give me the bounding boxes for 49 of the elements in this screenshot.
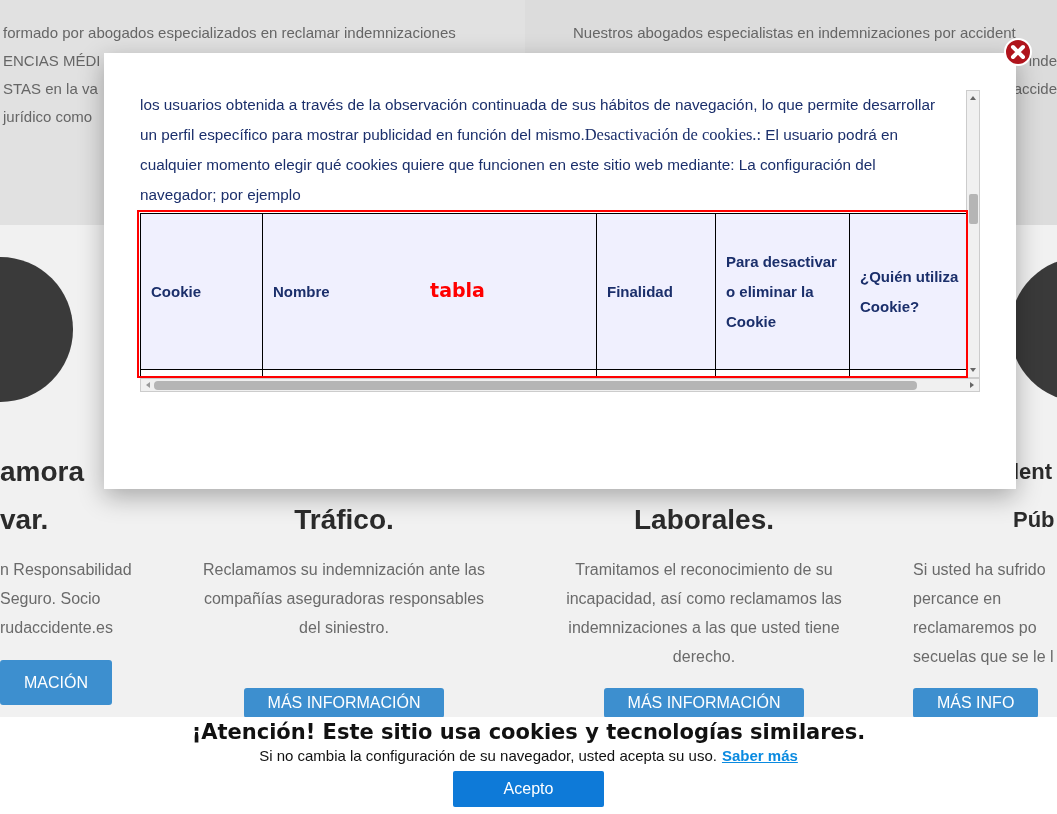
intro-text: ENCIAS MÉDI (2, 51, 101, 71)
banner-text: Si no cambia la configuración de su navegador, usted acepta su uso. (259, 746, 717, 766)
card-title: Púb (1013, 506, 1055, 534)
more-info-button[interactable]: MÁS INFORMACIÓN (603, 688, 805, 718)
card-text: indemnizaciones a las que usted tiene (567, 618, 841, 638)
card-text: Si usted ha sufrido (913, 560, 1047, 580)
card-text: derecho. (671, 647, 737, 667)
card-text: del siniestro. (298, 618, 390, 638)
card-title: Laborales. (633, 503, 775, 537)
table-header: ¿Quién utiliza Cookie? (860, 266, 960, 317)
intro-text: formado por abogados especializados en reclamar indemnizaciones (2, 23, 456, 43)
card-title: amora (0, 455, 85, 489)
card-title: Tráfico. (294, 503, 394, 537)
intro-text: STAS en la va (2, 79, 98, 99)
left-arrow-icon[interactable] (144, 381, 152, 389)
card-text: compañías aseguradoras responsables (203, 589, 485, 609)
intro-text: accide (1013, 79, 1057, 99)
more-info-button[interactable]: MÁS INFORMACIÓN (243, 688, 445, 718)
up-arrow-icon[interactable] (969, 94, 977, 102)
down-arrow-icon[interactable] (969, 366, 977, 374)
intro-text: Nuestros abogados especialistas en indemnizaciones por accident (572, 23, 1016, 43)
learn-more-link[interactable]: Saber más (721, 745, 798, 767)
card-title: var. (0, 503, 50, 537)
more-info-button[interactable]: MACIÓN (0, 660, 112, 705)
table-header: Finalidad (607, 281, 673, 302)
card-text: percance en (913, 589, 1003, 609)
annotation-label: tabla (430, 277, 485, 303)
card-text: rudaccidente.es (0, 618, 114, 638)
card-text: Tramitamos el reconocimiento de su (574, 560, 834, 580)
intro-text: jurídico como (1, 107, 93, 127)
accept-button[interactable]: Acepto (453, 771, 604, 807)
card-text: incapacidad, así como reclamamos las (566, 589, 842, 609)
scrollbar-thumb[interactable] (968, 194, 978, 224)
table-header: Nombre (273, 281, 330, 302)
card-text: reclamaremos po (913, 618, 1038, 638)
banner-title: ¡Atención! Este sitio usa cookies y tecnologías similares. (191, 719, 866, 745)
cookie-policy-text: los usuarios obtenida a través de la observación continuada de sus hábitos de navegación, lo que permite desarrollar un perfil específico para mostrar publicidad en función del mismo.Desactivación de cookies.: El usuario podrá en cualquier momento elegir qué cookies quiere que funcionen en este sitio web mediante: La configuración del navegador; por ejemplo (140, 95, 937, 205)
card-text: Reclamamos su indemnización ante las (203, 560, 485, 580)
intro-text: inde (1028, 51, 1057, 71)
right-arrow-icon[interactable] (968, 381, 976, 389)
card-text: secuelas que se le l (913, 647, 1054, 667)
card-text: Seguro. Socio (0, 589, 102, 609)
card-text: n Responsabilidad (0, 560, 132, 580)
horizontal-scrollbar[interactable] (140, 378, 980, 392)
scrollbar-thumb[interactable] (154, 380, 917, 390)
vertical-scrollbar[interactable] (966, 90, 980, 378)
table-header: Para desactivar o eliminar la Cookie (726, 251, 838, 332)
more-info-button[interactable]: MÁS INFO (913, 688, 1039, 718)
table-header: Cookie (151, 281, 201, 302)
